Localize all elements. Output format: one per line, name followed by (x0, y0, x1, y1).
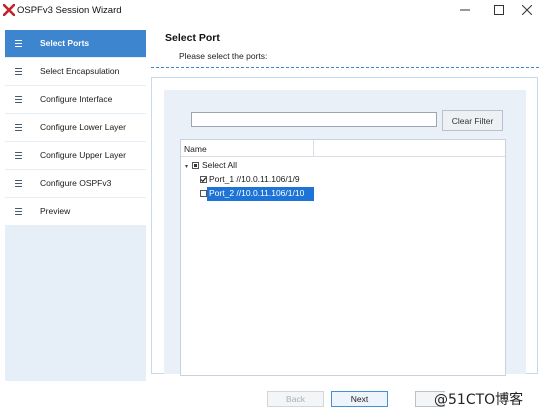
wizard-sidebar: Select Ports Select Encapsulation Config… (5, 30, 146, 381)
sidebar-item-label: Select Encapsulation (40, 66, 120, 76)
page-title: Select Port (160, 32, 225, 44)
sidebar-item-label: Configure Interface (40, 94, 113, 104)
filter-input[interactable] (191, 112, 437, 127)
maximize-icon (494, 5, 504, 15)
sidebar-item-preview[interactable]: Preview (5, 198, 146, 225)
title-bar: OSPFv3 Session Wizard (0, 0, 541, 22)
tree-row-port-2[interactable]: Port_2 //10.0.11.106/1/10 (209, 188, 304, 198)
sidebar-item-configure-upper-layer[interactable]: Configure Upper Layer (5, 142, 146, 169)
sidebar-item-label: Configure Lower Layer (40, 122, 126, 132)
sidebar-item-select-ports[interactable]: Select Ports (5, 30, 146, 57)
next-button[interactable]: Next (331, 391, 388, 407)
port-1-checkbox[interactable] (200, 176, 207, 183)
hamburger-icon (15, 68, 22, 75)
sidebar-item-configure-ospfv3[interactable]: Configure OSPFv3 (5, 170, 146, 197)
hamburger-icon (15, 96, 22, 103)
sidebar-item-label: Configure OSPFv3 (40, 178, 112, 188)
close-icon (522, 5, 532, 15)
hamburger-icon (15, 152, 22, 159)
hamburger-icon (15, 40, 22, 47)
header-divider (151, 67, 539, 68)
port-2-checkbox[interactable] (200, 190, 207, 197)
hamburger-icon (15, 124, 22, 131)
watermark-text: @51CTO博客 (434, 392, 524, 408)
sidebar-item-label: Preview (40, 206, 71, 216)
sidebar-item-label: Configure Upper Layer (40, 150, 126, 160)
minimize-icon (460, 9, 470, 11)
page-subtitle: Please select the ports: (179, 51, 268, 61)
tree-row-port-1[interactable]: Port_1 //10.0.11.106/1/9 (209, 174, 300, 184)
clear-filter-button[interactable]: Clear Filter (442, 110, 503, 131)
minimize-button[interactable] (448, 0, 482, 20)
close-button[interactable] (510, 0, 541, 20)
x-logo-icon (3, 4, 15, 16)
sidebar-item-configure-interface[interactable]: Configure Interface (5, 86, 146, 113)
sidebar-item-configure-lower-layer[interactable]: Configure Lower Layer (5, 114, 146, 141)
tree-header: Name (181, 140, 505, 157)
window-title: OSPFv3 Session Wizard (17, 5, 122, 16)
sidebar-item-select-encapsulation[interactable]: Select Encapsulation (5, 58, 146, 85)
column-header-name[interactable]: Name (184, 144, 207, 154)
hamburger-icon (15, 208, 22, 215)
back-button[interactable]: Back (267, 391, 324, 407)
column-divider[interactable] (313, 140, 314, 157)
checkmark-icon (200, 177, 207, 183)
tree-row-select-all[interactable]: Select All (202, 160, 237, 170)
select-all-checkbox[interactable] (192, 162, 199, 169)
sidebar-item-label: Select Ports (40, 38, 90, 48)
port-tree[interactable]: Name ▾ Select All Port_1 //10.0.11.106/1… (180, 139, 506, 376)
hamburger-icon (15, 180, 22, 187)
expand-arrow-icon[interactable]: ▾ (185, 163, 188, 170)
